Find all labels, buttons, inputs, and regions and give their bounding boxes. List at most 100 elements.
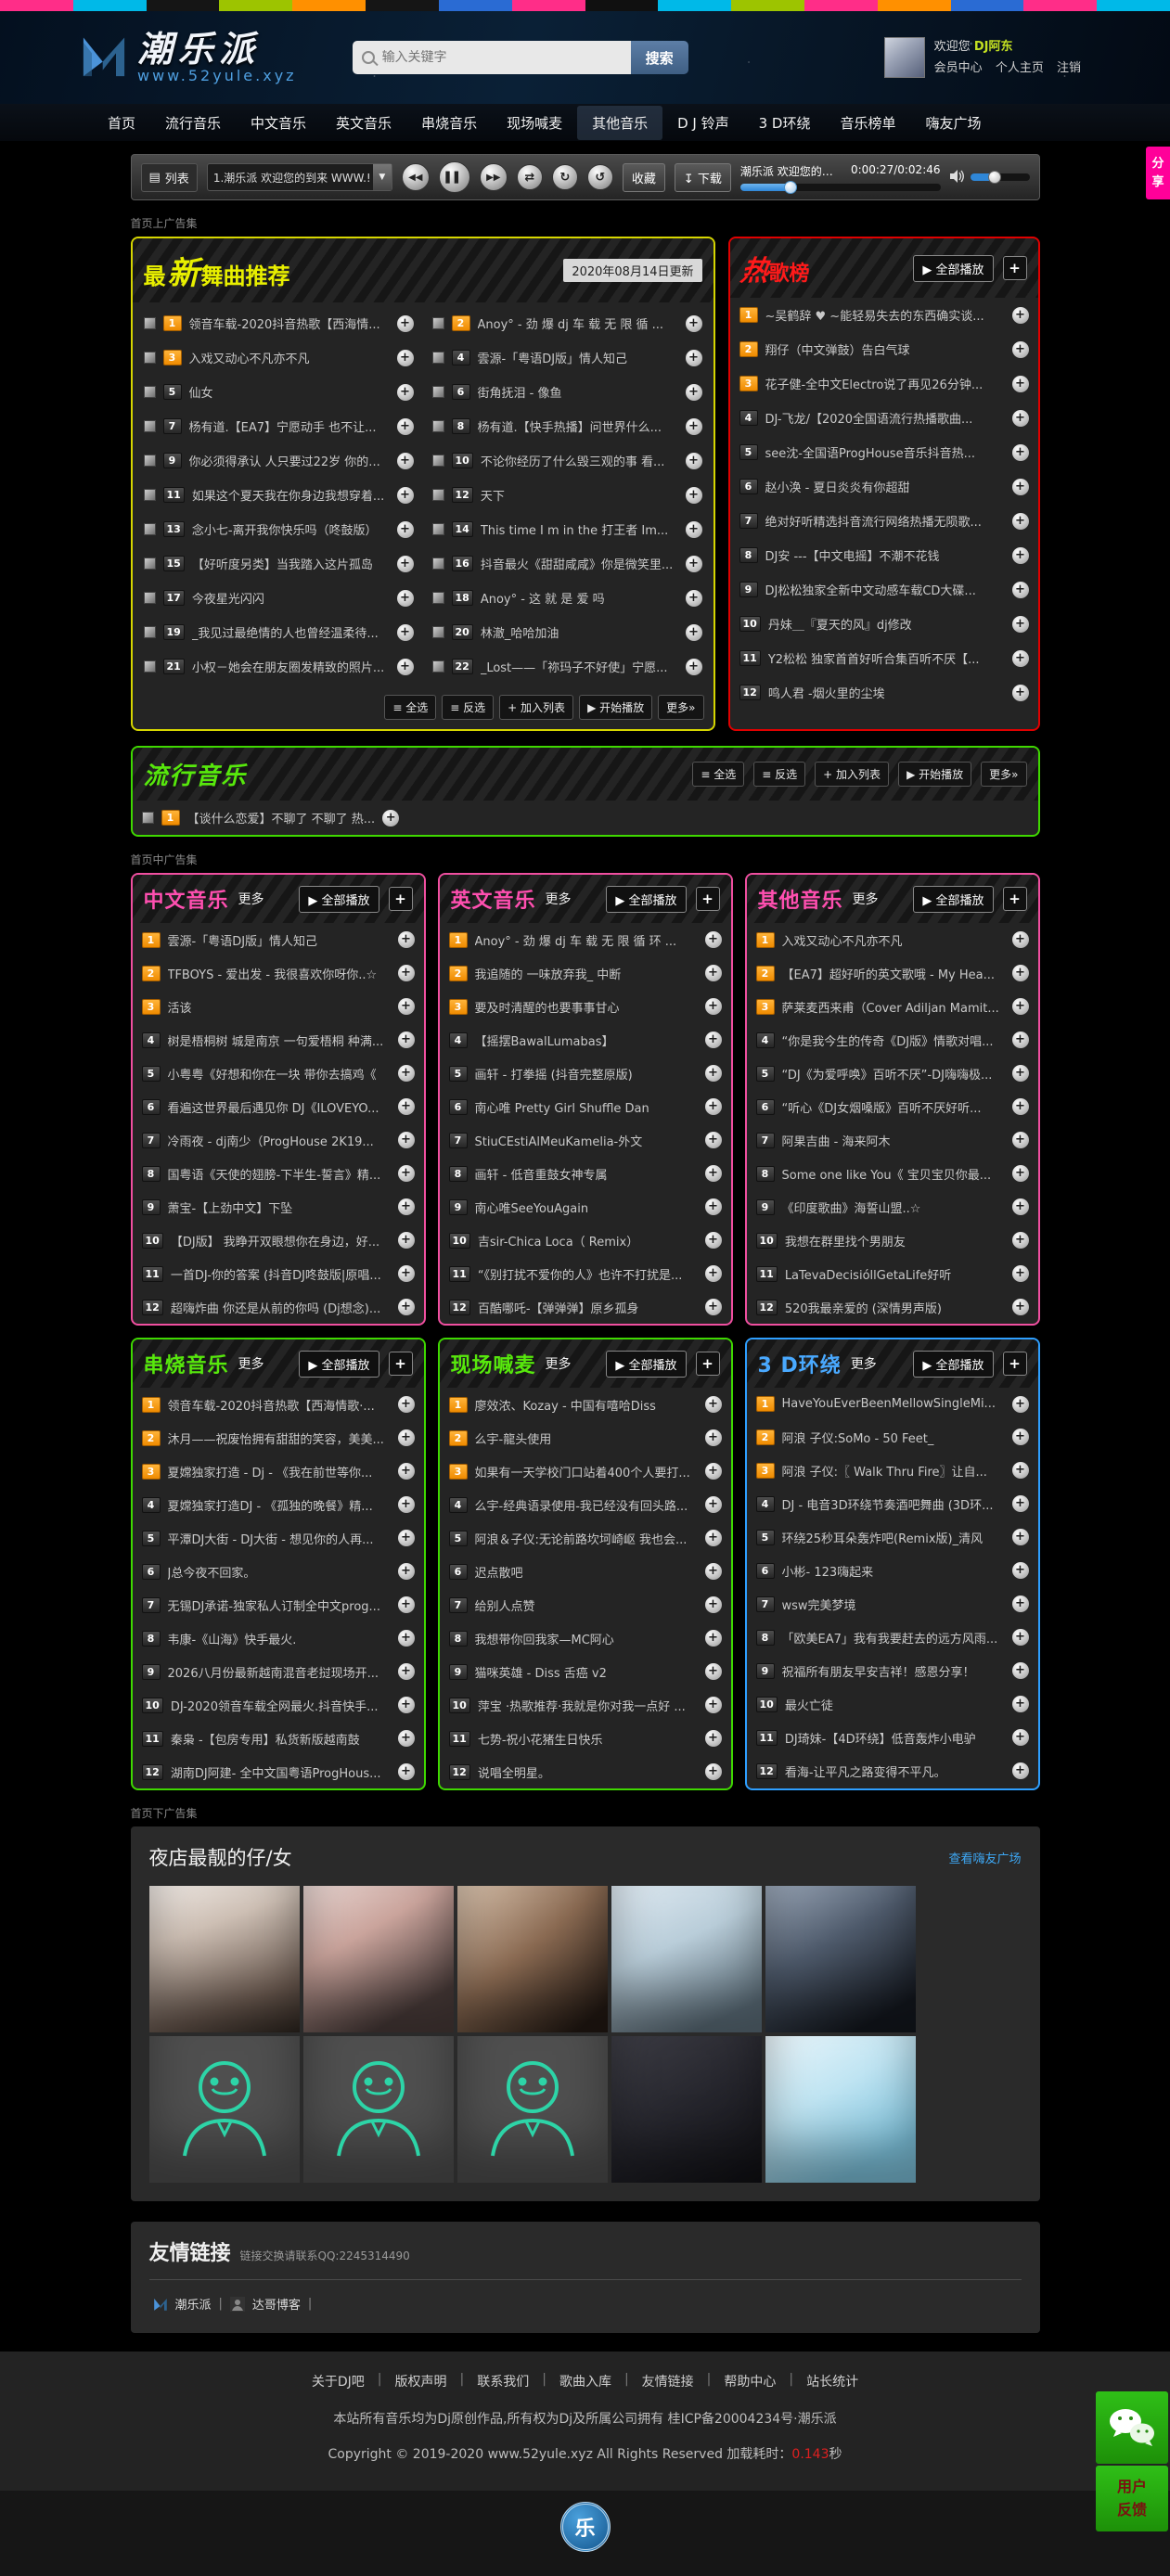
song-title[interactable]: 我追随的 一味放弃我_ 中断 [475,965,698,982]
add-song-icon[interactable]: + [398,1663,415,1680]
song-title[interactable]: 花子健-全中文Electro说了再见26分钟... [765,375,1005,392]
chevron-down-icon[interactable]: ▼ [373,164,392,190]
song-title[interactable]: 七势-祝小花猪生日快乐 [478,1730,698,1748]
add-song-icon[interactable]: + [398,1429,415,1446]
invert-select-button[interactable]: ≡ 反选 [442,695,494,720]
friend-link[interactable]: 达哥博客 [252,2295,301,2313]
add-song-icon[interactable]: + [705,1463,722,1480]
add-song-icon[interactable]: + [1012,685,1029,701]
song-checkbox[interactable] [144,592,156,604]
play-all-button[interactable]: ▶ 全部播放 [299,886,379,913]
user-avatar[interactable] [884,37,925,78]
song-checkbox[interactable] [432,489,444,501]
member-photo[interactable] [303,1886,454,2032]
song-title[interactable]: 最火亡徒 [785,1696,1005,1713]
add-song-icon[interactable]: + [1012,1562,1029,1579]
member-photo[interactable] [611,2036,762,2183]
song-checkbox[interactable] [432,386,444,398]
add-song-icon[interactable]: + [1012,1132,1029,1148]
more-link[interactable]: 更多 [238,1354,264,1373]
member-photo[interactable] [765,2036,916,2183]
add-song-icon[interactable]: + [686,384,702,401]
song-title[interactable]: 阿浪＆子仪:无论前路坎坷崎岖 我也会... [475,1530,698,1547]
play-all-button[interactable]: ▶ 全部播放 [606,1351,686,1378]
song-title[interactable]: Some one like You《 宝贝宝贝你最... [782,1165,1005,1183]
gallery-more-link[interactable]: 查看嗨友广场 [948,1849,1021,1866]
add-song-icon[interactable]: + [705,1730,722,1747]
song-title[interactable]: 廖效浓、Kozay - 中国有嘻哈Diss [475,1396,698,1414]
add-song-icon[interactable]: + [398,931,415,948]
add-song-icon[interactable]: + [397,453,414,469]
add-song-icon[interactable]: + [1012,1065,1029,1082]
add-song-icon[interactable]: + [398,965,415,981]
song-title[interactable]: 无锡DJ承诺-独家私人订制全中文prog... [168,1596,391,1614]
song-title[interactable]: 林澈_哈哈加油 [481,623,678,641]
song-title[interactable]: wsw完美梦境 [782,1596,1005,1613]
song-title[interactable]: 丹妹＿『夏天的风』dj修改 [768,615,1005,633]
add-song-icon[interactable]: + [398,1132,415,1148]
add-song-icon[interactable]: + [397,350,414,366]
add-song-icon[interactable]: + [398,1032,415,1048]
add-all-button[interactable]: + [1003,887,1027,911]
select-all-button[interactable]: ≡ 全选 [384,695,436,720]
footer-link[interactable]: 联系我们 [477,2372,529,2390]
add-song-icon[interactable]: + [705,931,722,948]
add-song-icon[interactable]: + [1012,1596,1029,1612]
add-song-icon[interactable]: + [1012,307,1029,324]
song-title[interactable]: 天下 [481,486,678,504]
add-song-icon[interactable]: + [686,659,702,675]
member-center-link[interactable]: 会员中心 [934,61,983,75]
member-photo[interactable] [765,1886,916,2032]
add-song-icon[interactable]: + [398,1232,415,1249]
play-all-button[interactable]: ▶ 全部播放 [913,886,993,913]
song-title[interactable]: 入戏又动心不凡亦不凡 [782,931,1005,949]
add-song-icon[interactable]: + [1012,650,1029,667]
member-photo[interactable] [457,1886,608,2032]
footer-link[interactable]: 歌曲入库 [559,2372,611,2390]
search-button[interactable]: 搜索 [631,41,688,74]
song-title[interactable]: This time I m in the 打王者 Im... [481,520,678,538]
start-play-button[interactable]: ▶ 开始播放 [579,695,652,720]
song-title[interactable]: 街角抚泪 - 像鱼 [478,383,678,401]
add-song-icon[interactable]: + [398,1463,415,1480]
nav-item[interactable]: 现场喊麦 [492,106,577,140]
nav-item[interactable]: 中文音乐 [236,106,321,140]
song-title[interactable]: 环绕25秒耳朵轰炸吧(Remix版)_清风 [782,1529,1005,1546]
song-title[interactable]: 如果这个夏天我在你身边我想穿着... [192,486,390,504]
song-title[interactable]: DJ - 电音3D环绕节奏酒吧舞曲 (3D环... [782,1495,1005,1513]
song-checkbox[interactable] [144,660,156,673]
add-song-icon[interactable]: + [1012,1429,1029,1445]
add-song-icon[interactable]: + [1012,1265,1029,1282]
song-checkbox[interactable] [144,557,156,570]
member-photo[interactable] [611,1886,762,2032]
song-checkbox[interactable] [142,812,154,824]
song-title[interactable]: 活该 [168,998,391,1016]
song-title[interactable]: Y2松松 独家首首好听合集百听不厌【... [768,649,1005,667]
song-title[interactable]: 么宇-经典语录使用-我已经没有回头路... [475,1496,698,1514]
add-song-icon[interactable]: + [1012,547,1029,564]
song-title[interactable]: 如果有一天学校门口站着400个人要打... [475,1463,698,1480]
add-song-icon[interactable]: + [397,487,414,504]
add-all-button[interactable]: + [389,1352,413,1376]
song-checkbox[interactable] [432,626,444,638]
song-title[interactable]: 小彬- 123嗨起来 [782,1562,1005,1580]
song-title[interactable]: StiuCEstiAlMeuKamelia-外文 [475,1132,698,1149]
add-song-icon[interactable]: + [382,810,399,827]
song-title[interactable]: 一首DJ-你的答案 (抖音DJ咚鼓版|原唱... [171,1265,391,1283]
song-title[interactable]: 阿果吉曲 - 海来阿木 [782,1132,1005,1149]
song-title[interactable]: 百酷哪吒-【弹弹弹】原乡孤身 [478,1299,698,1316]
add-song-icon[interactable]: + [398,1697,415,1713]
add-song-icon[interactable]: + [705,998,722,1015]
add-song-icon[interactable]: + [398,1165,415,1182]
feedback-button[interactable]: 用户 反馈 [1096,2466,1168,2531]
more-link[interactable]: 更多 [238,890,264,908]
song-title[interactable]: 「欧美EA7」我有我要赶去的远方风雨... [782,1629,1005,1647]
share-tab[interactable]: 分享 [1146,147,1170,199]
song-title[interactable]: DJ-飞龙/【2020全国语流行热播歌曲... [765,409,1005,427]
add-song-icon[interactable]: + [705,1596,722,1613]
add-song-icon[interactable]: + [705,1265,722,1282]
add-song-icon[interactable]: + [398,1630,415,1647]
song-title[interactable]: 湖南DJ阿建- 全中文国粤语ProgHous... [171,1763,391,1781]
add-song-icon[interactable]: + [1012,1696,1029,1712]
add-song-icon[interactable]: + [705,1763,722,1780]
